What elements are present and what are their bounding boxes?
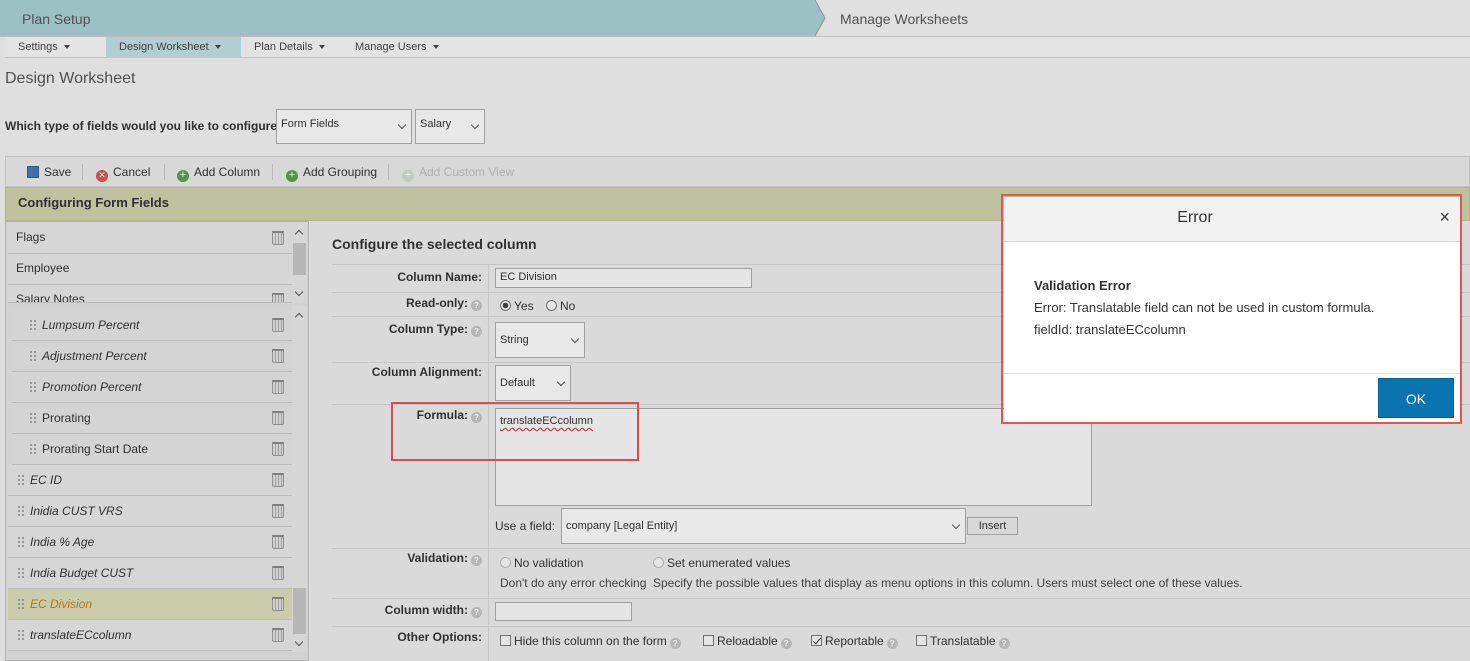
dialog-heading: Validation Error — [1034, 278, 1131, 293]
close-icon[interactable]: × — [1439, 207, 1450, 228]
dialog-title: Error — [1177, 209, 1213, 226]
dialog-divider — [1004, 373, 1460, 374]
dialog-field-id: fieldId: translateECcolumn — [1034, 322, 1186, 337]
dialog-header: Error × — [1004, 197, 1460, 242]
ok-button[interactable]: OK — [1378, 378, 1454, 418]
error-dialog: Error × Validation Error Error: Translat… — [1004, 197, 1460, 422]
dialog-message: Error: Translatable field can not be use… — [1034, 300, 1375, 315]
